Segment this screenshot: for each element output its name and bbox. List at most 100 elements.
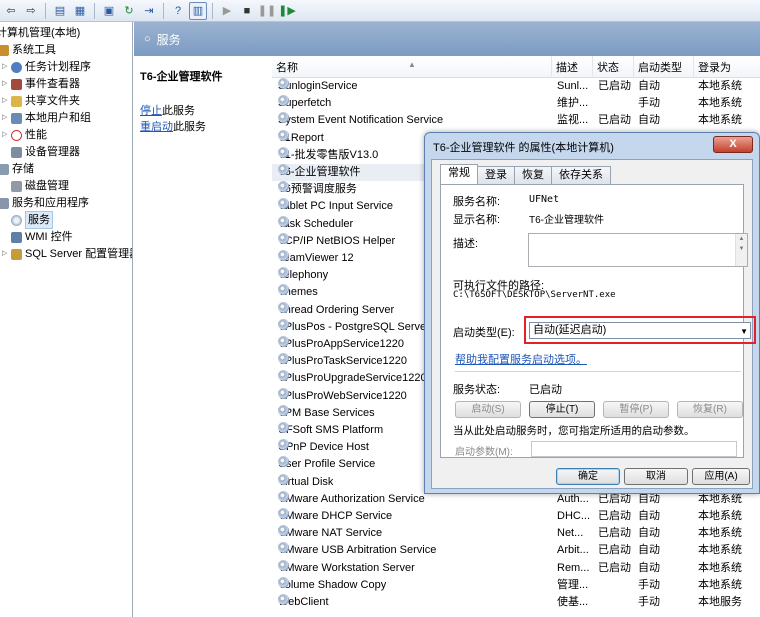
path-value: C:\T6SOFT\DESKTOP\ServerNT.exe xyxy=(453,290,616,300)
table-row[interactable]: VMware NAT Service Net... 已启动 自动 本地系统 xyxy=(272,525,760,542)
pause-button[interactable]: 暂停(P) xyxy=(603,401,669,418)
help-configure-link[interactable]: 帮助我配置服务启动选项。 xyxy=(455,351,587,367)
service-name-text: TPlusPos - PostgreSQL Server xyxy=(278,320,430,333)
logon-cell: 本地系统 xyxy=(698,80,742,92)
gear-icon xyxy=(278,404,289,416)
forward-arrow-icon[interactable]: ⇨ xyxy=(22,2,40,20)
tree-item-local-users[interactable]: ▷ 本地用户和组 xyxy=(2,110,91,126)
tab-general[interactable]: 常规 xyxy=(440,164,478,184)
stop-button[interactable]: 停止(T) xyxy=(529,401,595,418)
expand-icon[interactable]: ▷ xyxy=(2,246,11,262)
scrollbar[interactable]: ▲ ▼ xyxy=(735,234,747,266)
event-log-icon xyxy=(11,78,22,90)
service-name-text: Volume Shadow Copy xyxy=(278,578,387,591)
table-row[interactable]: VMware Workstation Server Rem... 已启动 自动 本地系统 xyxy=(272,559,760,577)
tree-item-label: SQL Server 配置管理器 xyxy=(25,248,133,260)
description-label: 描述: xyxy=(453,238,479,250)
tree-item-label: 任务计划程序 xyxy=(25,61,91,73)
tree-item-system-tools[interactable]: 系统工具 xyxy=(0,42,56,58)
tree-item-device-manager[interactable]: 设备管理器 xyxy=(11,144,80,160)
close-button[interactable]: X xyxy=(713,136,753,153)
service-name-text: System Event Notification Service xyxy=(278,114,444,127)
shared-folder-icon xyxy=(11,95,22,107)
properties-dialog: T6-企业管理软件 的属性(本地计算机) X 常规 登录 恢复 依存关系 服务名… xyxy=(424,132,760,494)
tree-item-shared-folders[interactable]: ▷ 共享文件夹 xyxy=(2,93,80,109)
tree-item-wmi[interactable]: WMI 控件 xyxy=(11,229,73,245)
tree-item-label: 事件查看器 xyxy=(25,78,80,90)
table-row[interactable]: System Event Notification Service 监视... 已启… xyxy=(272,112,760,129)
back-arrow-icon[interactable]: ⇦ xyxy=(2,2,20,20)
ok-button[interactable]: 确定 xyxy=(556,468,620,485)
column-name[interactable]: 名称 ▲ xyxy=(272,56,552,78)
column-startup-type[interactable]: 启动类型 xyxy=(634,56,694,78)
startup-type-cell: 自动 xyxy=(638,527,660,540)
stop-icon[interactable]: ■ xyxy=(238,2,256,20)
restart-service-link[interactable]: 重启动 xyxy=(140,121,173,133)
play-icon[interactable]: ▶ xyxy=(218,2,236,20)
dialog-body: 常规 登录 恢复 依存关系 服务名称: UFNet 显示名称: T6-企业管理软… xyxy=(431,159,756,489)
tab-recovery[interactable]: 恢复 xyxy=(514,166,552,184)
description-box[interactable]: ▲ ▼ xyxy=(528,233,748,267)
table-row[interactable]: WebClient 使基... 手动 本地服务 xyxy=(272,594,760,611)
expand-icon[interactable]: ▷ xyxy=(2,93,11,109)
start-params-input[interactable] xyxy=(531,441,737,457)
resume-button[interactable]: 恢复(R) xyxy=(677,401,743,418)
service-name-value: UFNet xyxy=(529,194,560,205)
gear-icon xyxy=(278,336,289,347)
restart-icon[interactable]: ❚▶ xyxy=(278,2,296,20)
up-level-icon[interactable]: ▤ xyxy=(51,2,69,20)
column-description[interactable]: 描述 xyxy=(552,56,593,78)
refresh-icon[interactable]: ↻ xyxy=(120,2,138,20)
tree-item-event-viewer[interactable]: ▷ 事件查看器 xyxy=(2,76,80,92)
tree-item-services[interactable]: 服务 xyxy=(11,211,53,229)
service-name-cell: WebClient xyxy=(278,594,550,611)
column-status[interactable]: 状态 xyxy=(593,56,634,78)
properties-icon[interactable]: ▣ xyxy=(100,2,118,20)
tree-item-sql-config[interactable]: ▷ SQL Server 配置管理器 xyxy=(2,246,133,262)
pause-icon[interactable]: ❚❚ xyxy=(258,2,276,20)
tree-item-performance[interactable]: ▷ 性能 xyxy=(2,127,47,143)
toolbar-separator xyxy=(94,2,95,19)
apply-button[interactable]: 应用(A) xyxy=(692,468,750,485)
tree-item-disk-management[interactable]: 磁盘管理 xyxy=(11,178,69,194)
tab-logon[interactable]: 登录 xyxy=(477,166,515,184)
status-cell: 已启动 xyxy=(598,80,631,92)
service-name-text: T1-批发零售版V13.0 xyxy=(278,148,379,161)
table-row[interactable]: VMware DHCP Service DHC... 已启动 自动 本地系统 xyxy=(272,508,760,525)
status-cell: 已启动 xyxy=(598,544,631,557)
expand-icon[interactable]: ▷ xyxy=(2,59,11,75)
dialog-title: T6-企业管理软件 的属性(本地计算机) xyxy=(433,142,614,154)
tab-dependencies[interactable]: 依存关系 xyxy=(551,166,611,184)
view-icon[interactable]: ▥ xyxy=(189,1,207,20)
gear-icon xyxy=(278,215,289,227)
console-tree-icon[interactable]: ▦ xyxy=(71,2,89,20)
expand-icon[interactable]: ▷ xyxy=(2,127,11,143)
tree-item-task-scheduler[interactable]: ▷ 任务计划程序 xyxy=(2,59,91,75)
column-logon-as[interactable]: 登录为 xyxy=(694,56,760,78)
table-row[interactable]: Volume Shadow Copy 管理... 手动 本地系统 xyxy=(272,576,760,594)
table-row[interactable]: SunloginService Sunl... 已启动 自动 本地系统 xyxy=(272,78,760,95)
toolbar-separator xyxy=(45,2,46,19)
service-name-label: 服务名称: xyxy=(453,196,501,208)
tree-item-services-apps[interactable]: 服务和应用程序 xyxy=(0,195,89,211)
table-row[interactable]: Superfetch 维护... 手动 本地系统 xyxy=(272,95,760,112)
tree-item-storage[interactable]: 存储 xyxy=(0,161,34,177)
table-row[interactable]: VMware USB Arbitration Service Arbit... 已启… xyxy=(272,542,760,559)
export-icon[interactable]: ⇥ xyxy=(140,2,158,20)
tree-item-label: 系统工具 xyxy=(12,44,56,56)
service-name-text: TPlusProUpgradeService1220 xyxy=(278,372,427,385)
gear-icon xyxy=(278,594,289,605)
display-name-label: 显示名称: xyxy=(453,214,501,226)
startup-type-select[interactable]: 自动(延迟启动) ▼ xyxy=(529,322,751,339)
start-button[interactable]: 启动(S) xyxy=(455,401,521,418)
tree-item-computer-management[interactable]: 计算机管理(本地) xyxy=(0,25,80,41)
sort-up-icon: ▲ xyxy=(408,60,416,69)
help-icon[interactable]: ? xyxy=(169,2,187,20)
service-name-text: TPlusProTaskService1220 xyxy=(278,355,408,368)
expand-icon[interactable]: ▷ xyxy=(2,110,11,126)
column-status-label: 状态 xyxy=(597,62,619,74)
expand-icon[interactable]: ▷ xyxy=(2,76,11,92)
tree-item-label: 存储 xyxy=(12,163,34,175)
stop-service-link[interactable]: 停止 xyxy=(140,105,162,117)
cancel-button[interactable]: 取消 xyxy=(624,468,688,485)
